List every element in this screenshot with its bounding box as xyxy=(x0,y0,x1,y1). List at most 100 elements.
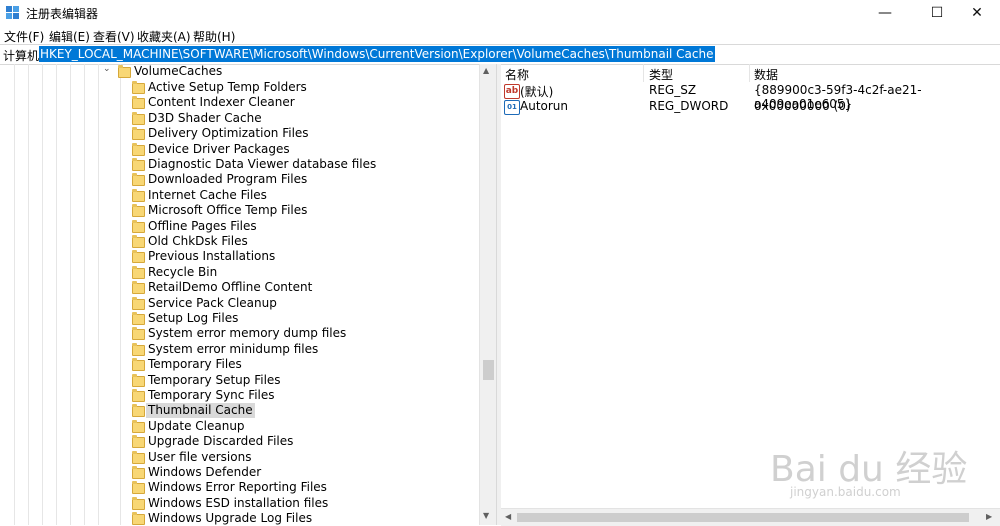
folder-icon xyxy=(132,466,145,479)
folder-icon xyxy=(132,481,145,495)
menu-help[interactable]: 帮助(H) xyxy=(193,28,235,45)
tree-node-label: Temporary Sync Files xyxy=(148,388,275,402)
tree-node-label: System error memory dump files xyxy=(148,326,347,341)
tree-guide-line xyxy=(98,64,99,525)
column-separator[interactable] xyxy=(643,64,644,82)
tree-node-label: System error minidump files xyxy=(148,341,319,356)
folder-icon xyxy=(132,96,145,110)
folder-icon xyxy=(132,281,145,295)
tree-node-label: Service Pack Cleanup xyxy=(148,295,277,310)
folder-icon xyxy=(132,512,145,525)
title-bar: 注册表编辑器 — ☐ ✕ xyxy=(0,0,1000,26)
tree-node-label: Offline Pages Files xyxy=(148,218,257,233)
tree-node-label: Temporary Setup Files xyxy=(148,372,281,387)
tree-node-label: Downloaded Program Files xyxy=(148,172,308,187)
value-row[interactable]: 01 Autorun REG_DWORD 0x00000000 (0) xyxy=(501,99,1000,115)
window-title: 注册表编辑器 xyxy=(26,7,99,21)
column-header-name[interactable]: 名称 xyxy=(505,66,529,83)
tree-node-label: User file versions xyxy=(148,449,252,464)
tree-node-label: Microsoft Office Temp Files xyxy=(148,203,308,218)
folder-icon xyxy=(132,358,145,372)
tree-node-label: Device Driver Packages xyxy=(148,141,290,156)
folder-icon xyxy=(132,142,145,156)
tree-node-label: Windows Defender xyxy=(148,465,262,479)
folder-icon xyxy=(132,173,145,187)
folder-icon xyxy=(132,235,145,248)
tree-node-label: Content Indexer Cleaner xyxy=(148,95,295,110)
tree-node-label: Windows Error Reporting Files xyxy=(148,480,327,495)
tree-node-label: Windows ESD installation files xyxy=(148,495,329,510)
tree-node-label: RetailDemo Offline Content xyxy=(148,280,313,295)
tree-guide-line xyxy=(120,64,121,525)
scrollbar-thumb[interactable] xyxy=(517,513,969,522)
scroll-right-icon[interactable]: ▶ xyxy=(986,512,992,521)
folder-icon xyxy=(132,404,145,418)
tree-guide-line xyxy=(42,64,43,525)
tree-node-label: Internet Cache Files xyxy=(148,187,267,202)
watermark-url: jingyan.baidu.com xyxy=(790,485,901,499)
column-header-data[interactable]: 数据 xyxy=(754,66,778,83)
tree-guide-line xyxy=(84,64,85,525)
folder-open-icon xyxy=(118,65,131,78)
tree-guide-line xyxy=(14,64,15,525)
key-tree[interactable]: ⌄ VolumeCaches Active Setup Temp Folders… xyxy=(0,64,479,525)
tree-node-label: Setup Log Files xyxy=(148,311,239,325)
tree-node-label: Upgrade Discarded Files xyxy=(148,434,294,449)
scroll-left-icon[interactable]: ◀ xyxy=(505,512,511,521)
folder-icon xyxy=(132,158,145,171)
value-row[interactable]: ab (默认) REG_SZ {889900c3-59f3-4c2f-ae21-… xyxy=(501,83,1000,111)
list-horizontal-scrollbar[interactable]: ◀ ▶ xyxy=(501,508,1000,526)
folder-icon xyxy=(132,373,145,387)
menu-file[interactable]: 文件(F) xyxy=(4,28,44,45)
tree-node-label: VolumeCaches xyxy=(134,64,223,78)
chevron-down-icon[interactable]: ⌄ xyxy=(103,64,111,74)
scroll-down-icon[interactable]: ▼ xyxy=(483,511,489,520)
folder-icon xyxy=(132,435,145,449)
address-path[interactable]: HKEY_LOCAL_MACHINE\SOFTWARE\Microsoft\Wi… xyxy=(39,46,715,62)
value-type: REG_SZ xyxy=(649,83,697,97)
menu-bar: 文件(F) 编辑(E) 查看(V) 收藏夹(A) 帮助(H) xyxy=(0,26,1000,44)
folder-icon xyxy=(132,419,145,433)
column-separator[interactable] xyxy=(749,64,750,82)
tree-node-label: Windows Upgrade Log Files xyxy=(148,511,313,525)
scroll-up-icon[interactable]: ▲ xyxy=(483,66,489,75)
folder-icon xyxy=(132,327,145,341)
folder-icon xyxy=(132,204,145,218)
tree-node-label: Diagnostic Data Viewer database files xyxy=(148,157,377,171)
tree-guide-line xyxy=(28,64,29,525)
value-type: REG_DWORD xyxy=(649,99,729,113)
folder-icon xyxy=(132,250,145,264)
folder-icon xyxy=(132,296,145,310)
menu-view[interactable]: 查看(V) xyxy=(93,28,135,45)
menu-edit[interactable]: 编辑(E) xyxy=(49,28,90,45)
tree-guide-line xyxy=(56,64,57,525)
tree-node-label: Update Cleanup xyxy=(148,418,245,433)
tree-node-label: Previous Installations xyxy=(148,249,276,264)
minimize-button[interactable]: — xyxy=(862,0,908,26)
tree-node-label: Thumbnail Cache xyxy=(146,403,255,419)
tree-vertical-scrollbar[interactable]: ▲ ▼ xyxy=(479,64,497,525)
value-name: Autorun xyxy=(520,99,569,113)
column-header-type[interactable]: 类型 xyxy=(649,66,673,83)
value-data: 0x00000000 (0) xyxy=(754,99,851,113)
folder-icon xyxy=(132,127,145,141)
close-button[interactable]: ✕ xyxy=(954,0,1000,26)
scrollbar-thumb[interactable] xyxy=(483,360,494,380)
string-value-icon: ab xyxy=(504,84,520,99)
tree-node-label: Old ChkDsk Files xyxy=(148,234,248,248)
address-bar[interactable]: 计算机\ HKEY_LOCAL_MACHINE\SOFTWARE\Microso… xyxy=(0,44,1000,65)
folder-icon xyxy=(132,265,145,279)
folder-icon xyxy=(132,81,145,94)
menu-favorites[interactable]: 收藏夹(A) xyxy=(137,28,191,45)
folder-icon xyxy=(132,111,145,125)
folder-icon xyxy=(132,496,145,510)
tree-node-label: D3D Shader Cache xyxy=(148,110,262,125)
tree-node-label: Active Setup Temp Folders xyxy=(148,80,307,94)
tree-node-label: Recycle Bin xyxy=(148,264,218,279)
folder-icon xyxy=(132,389,145,402)
folder-icon xyxy=(132,188,145,202)
regedit-app-icon xyxy=(6,6,19,19)
folder-icon xyxy=(132,342,145,356)
tree-node-label: Temporary Files xyxy=(148,357,242,372)
folder-icon xyxy=(132,219,145,233)
